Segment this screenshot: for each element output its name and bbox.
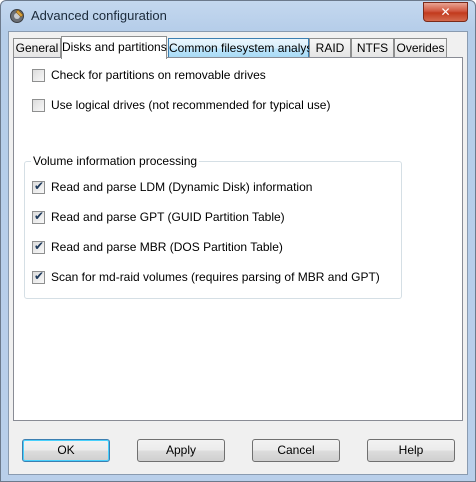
checkmark-icon: ✔	[34, 208, 45, 223]
gpt-label: Read and parse GPT (GUID Partition Table…	[51, 210, 285, 224]
tab-common-filesystem-analysis[interactable]: Common filesystem analysis	[168, 38, 321, 58]
logical-drives-label: Use logical drives (not recommended for …	[51, 98, 331, 112]
title-bar[interactable]: Advanced configuration ✕	[1, 1, 475, 31]
md-raid-option[interactable]: ✔ Scan for md-raid volumes (requires par…	[32, 268, 380, 284]
tab-disks-and-partitions[interactable]: Disks and partitions	[61, 36, 167, 59]
tab-raid[interactable]: RAID	[309, 38, 351, 58]
logical-drives-checkbox[interactable]	[32, 98, 45, 112]
checkmark-icon: ✔	[34, 238, 45, 253]
tab-label: RAID	[315, 41, 345, 55]
tab-label: NTFS	[356, 41, 389, 55]
checkmark-icon: ✔	[34, 268, 45, 283]
ldm-label: Read and parse LDM (Dynamic Disk) inform…	[51, 180, 313, 194]
logical-drives-option[interactable]: Use logical drives (not recommended for …	[32, 98, 330, 112]
mbr-label: Read and parse MBR (DOS Partition Table)	[51, 240, 283, 254]
close-button[interactable]: ✕	[423, 2, 468, 22]
tab-label: Disks and partitions	[62, 40, 167, 54]
mbr-option[interactable]: ✔ Read and parse MBR (DOS Partition Tabl…	[32, 238, 283, 254]
dialog-client: General Disks and partitions Common file…	[8, 31, 468, 475]
ok-button[interactable]: OK	[22, 439, 110, 462]
tab-overides[interactable]: Overides	[394, 38, 447, 58]
gpt-option[interactable]: ✔ Read and parse GPT (GUID Partition Tab…	[32, 208, 285, 224]
tab-panel-disks-and-partitions: Check for partitions on removable drives…	[13, 57, 463, 421]
checkmark-icon: ✔	[34, 178, 45, 193]
mbr-checkbox[interactable]: ✔	[32, 238, 45, 254]
window-title: Advanced configuration	[31, 8, 167, 23]
cancel-button[interactable]: Cancel	[252, 439, 340, 462]
close-icon: ✕	[440, 5, 451, 19]
tab-general[interactable]: General	[13, 38, 61, 58]
help-button[interactable]: Help	[367, 439, 455, 462]
tab-ntfs[interactable]: NTFS	[351, 38, 394, 58]
app-icon	[9, 8, 25, 24]
group-title: Volume information processing	[31, 154, 200, 168]
ldm-option[interactable]: ✔ Read and parse LDM (Dynamic Disk) info…	[32, 178, 313, 194]
apply-button[interactable]: Apply	[137, 439, 225, 462]
removable-drives-option[interactable]: Check for partitions on removable drives	[32, 68, 266, 82]
tab-label: Common filesystem analysis	[169, 41, 322, 55]
ldm-checkbox[interactable]: ✔	[32, 178, 45, 194]
tab-label: General	[15, 41, 59, 55]
dialog-window: Advanced configuration ✕ General Disks a…	[0, 0, 476, 482]
md-raid-checkbox[interactable]: ✔	[32, 268, 45, 284]
tab-label: Overides	[396, 41, 445, 55]
gpt-checkbox[interactable]: ✔	[32, 208, 45, 224]
md-raid-label: Scan for md-raid volumes (requires parsi…	[51, 270, 380, 284]
removable-drives-label: Check for partitions on removable drives	[51, 68, 266, 82]
removable-drives-checkbox[interactable]	[32, 68, 45, 82]
